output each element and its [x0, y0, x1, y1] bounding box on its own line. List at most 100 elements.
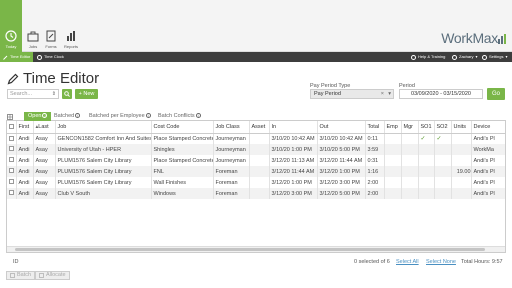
column-header[interactable]: Cost Code	[151, 121, 214, 134]
table-row[interactable]: Andi Asay University of Utah - HPER Shingle…	[7, 144, 505, 155]
column-header[interactable]: Mgr	[401, 121, 419, 134]
subnav-time-clock[interactable]: Time Clock	[37, 52, 64, 62]
select-none-link[interactable]: Select None	[426, 259, 456, 265]
cell-job: GENCON1582 Comfort Inn And Suites	[55, 133, 152, 144]
column-header[interactable]: Emp	[384, 121, 402, 134]
subnav-settings[interactable]: Settings ▾	[482, 52, 507, 62]
nav-item-forms[interactable]: Forms	[40, 0, 62, 52]
subnav-label: Time Clock	[44, 54, 64, 59]
subnav-user[interactable]: Zachary ▾	[452, 52, 477, 62]
table-footer: ID 0 selected of 6 Select All Select Non…	[6, 256, 506, 268]
go-button[interactable]: Go	[487, 88, 505, 100]
column-header[interactable]: In	[269, 121, 318, 134]
nav-label: Today	[5, 44, 17, 49]
info-icon: i	[145, 112, 151, 118]
cell-out: 3/12/20 3:00 PM	[317, 177, 366, 188]
column-settings-icon[interactable]	[6, 112, 14, 121]
table-row[interactable]: Andi Asay PLUM1576 Salem City Library Place…	[7, 155, 505, 166]
table-row[interactable]: Andi Asay PLUM1576 Salem City Library Wall …	[7, 177, 505, 188]
cell-job: PLUM1576 Salem City Library	[55, 155, 152, 166]
cell-job: PLUM1576 Salem City Library	[55, 177, 152, 188]
cell-asset	[249, 177, 270, 188]
nav-item-today[interactable]: Today	[0, 0, 22, 52]
cell-job: Club V South	[55, 188, 152, 199]
cell-units: 19.00	[451, 166, 472, 177]
cell-first: Andi	[16, 155, 34, 166]
column-header-last[interactable]: ▴Last	[33, 121, 56, 134]
cell-job-class: Foreman	[213, 188, 250, 199]
column-header[interactable]: Job Class	[213, 121, 250, 134]
cell-last: Asay	[33, 166, 56, 177]
cell-units	[451, 144, 472, 155]
chevron-down-icon: ▾	[505, 54, 508, 59]
search-button[interactable]	[62, 89, 72, 99]
tab-batched-per-employee[interactable]: Batched per Employee i	[89, 112, 151, 121]
scrollbar-thumb[interactable]	[15, 248, 485, 251]
column-header[interactable]: First	[16, 121, 34, 134]
tab-label: Batched per Employee	[89, 113, 145, 119]
cell-first: Andi	[16, 166, 34, 177]
row-checkbox[interactable]	[7, 177, 17, 188]
cell-device: Andi's Pl	[471, 188, 505, 199]
cell-device: Andi's Pl	[471, 133, 505, 144]
cell-total: 2:00	[365, 188, 385, 199]
batch-button[interactable]: Batch	[6, 271, 36, 280]
cell-out: 3/12/20 5:00 PM	[317, 188, 366, 199]
row-checkbox[interactable]	[7, 188, 17, 199]
cell-cost-code: Windows	[151, 188, 214, 199]
allocate-button[interactable]: Allocate	[35, 271, 70, 280]
row-checkbox[interactable]	[7, 133, 17, 144]
help-icon	[411, 54, 416, 60]
time-entries-table: First ▴Last Job Cost Code Job Class Asse…	[6, 121, 506, 253]
column-header[interactable]: Units	[451, 121, 472, 134]
column-header[interactable]: Device	[471, 121, 505, 134]
cell-cost-code: Place Stamped Concrete	[151, 133, 214, 144]
clear-icon[interactable]: ×	[381, 90, 384, 98]
horizontal-scrollbar[interactable]	[7, 246, 505, 252]
tab-batch-conflicts[interactable]: Batch Conflicts i	[158, 112, 201, 121]
subnav-help[interactable]: Help & Training	[411, 52, 445, 62]
chevron-down-icon: ▾	[388, 91, 391, 97]
cell-emp	[384, 144, 402, 155]
nav-item-reports[interactable]: Reports	[60, 0, 82, 52]
tab-open[interactable]: Open i	[24, 112, 52, 121]
select-all-link[interactable]: Select All	[396, 259, 419, 265]
batch-icon	[10, 273, 15, 278]
cell-job-class: Journeyman	[213, 144, 250, 155]
table-row[interactable]: Andi Asay Club V South Windows Foreman 3/12/2…	[7, 188, 505, 199]
time-editor-icon	[3, 55, 8, 60]
cell-emp	[384, 155, 402, 166]
table-row[interactable]: Andi Asay GENCON1582 Comfort Inn And Suite…	[7, 133, 505, 144]
cell-cost-code: Place Stamped Concrete	[151, 155, 214, 166]
select-all-checkbox[interactable]	[7, 121, 17, 134]
row-checkbox[interactable]	[7, 166, 17, 177]
row-checkbox[interactable]	[7, 144, 17, 155]
empty-cell	[7, 199, 505, 210]
column-header[interactable]: Out	[317, 121, 366, 134]
new-button[interactable]: + New	[75, 89, 98, 99]
empty-row	[7, 232, 505, 243]
cell-units	[451, 155, 472, 166]
search-input[interactable]: Search... ⇕	[7, 89, 59, 99]
column-header[interactable]: SO2	[434, 121, 452, 134]
cell-so1	[418, 188, 435, 199]
empty-cell	[7, 210, 505, 221]
empty-row	[7, 221, 505, 232]
cell-mgr	[401, 177, 419, 188]
table-row[interactable]: Andi Asay PLUM1576 Salem City Library FNL Fo…	[7, 166, 505, 177]
column-header[interactable]: Asset	[249, 121, 270, 134]
period-input[interactable]: 03/09/2020 - 03/15/2020	[399, 89, 483, 99]
pay-period-type-select[interactable]: Pay Period × ▾	[310, 89, 394, 99]
reports-icon	[67, 31, 75, 41]
column-header[interactable]: SO1	[418, 121, 435, 134]
row-checkbox[interactable]	[7, 155, 17, 166]
column-header[interactable]: Job	[55, 121, 152, 134]
cell-job-class: Journeyman	[213, 155, 250, 166]
cell-so2	[434, 166, 452, 177]
column-header[interactable]: Total	[365, 121, 385, 134]
cell-last: Asay	[33, 144, 56, 155]
table-header-row: First ▴Last Job Cost Code Job Class Asse…	[7, 121, 505, 134]
subnav-time-editor[interactable]: Time Editor	[0, 52, 34, 62]
tab-batched[interactable]: Batched i	[54, 112, 81, 121]
nav-label: Forms	[45, 44, 57, 49]
